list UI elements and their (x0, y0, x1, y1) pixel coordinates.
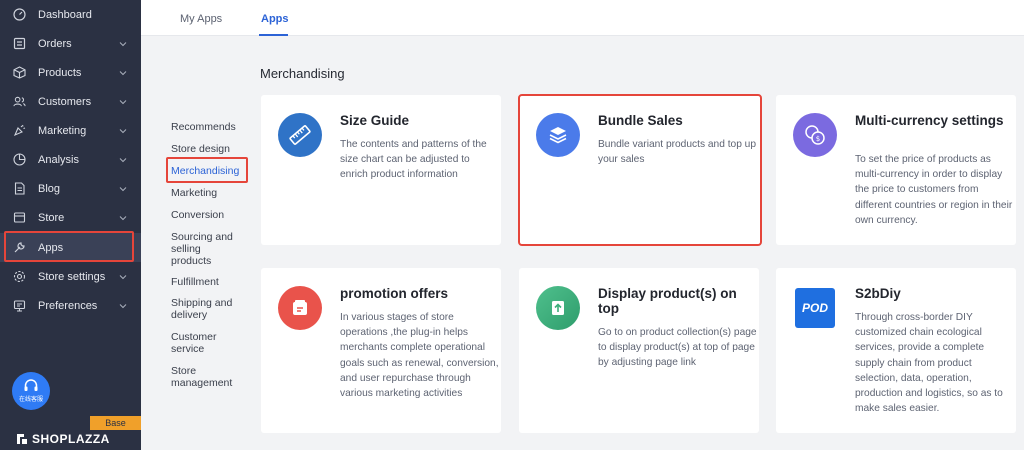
plan-badge: Base (90, 416, 141, 430)
svg-text:$: $ (816, 135, 820, 143)
currency-icon: $ (793, 113, 837, 157)
dashboard-icon (13, 8, 26, 21)
app-description: Bundle variant products and top up your … (598, 139, 757, 166)
promotion-icon (278, 286, 322, 330)
sidebar-item-label: Dashboard (38, 8, 92, 21)
chevron-down-icon (119, 303, 127, 308)
app-card-size-guide[interactable]: Size Guide The contents and patterns of … (261, 95, 501, 245)
chevron-down-icon (119, 70, 127, 75)
shoplazza-logo-icon (17, 434, 27, 444)
analysis-icon (13, 153, 26, 166)
support-label: 在线客服 (18, 397, 43, 403)
sidebar-item-dashboard[interactable]: Dashboard (0, 0, 141, 29)
category-store-management[interactable]: Store management (171, 365, 241, 389)
chevron-down-icon (119, 128, 127, 133)
app-card-s2bdiy[interactable]: POD S2bDiy Through cross-border DIY cust… (776, 268, 1016, 433)
app-title: Bundle Sales (598, 113, 683, 128)
pod-logo: POD (795, 288, 835, 328)
marketing-icon (13, 124, 26, 137)
app-description: Through cross-border DIY customized chai… (855, 312, 1003, 415)
sidebar-item-store[interactable]: Store (0, 203, 141, 232)
app-card-promotion-offers[interactable]: promotion offers In various stages of st… (261, 268, 501, 433)
sidebar-item-products[interactable]: Products (0, 58, 141, 87)
app-card-multi-currency-settings[interactable]: $ Multi-currency settings To set the pri… (776, 95, 1016, 245)
category-conversion[interactable]: Conversion (171, 209, 251, 221)
sidebar-item-preferences[interactable]: Preferences (0, 291, 141, 320)
app-title: Multi-currency settings (855, 113, 1004, 128)
chevron-down-icon (119, 157, 127, 162)
sidebar-item-label: Preferences (38, 299, 98, 312)
category-marketing[interactable]: Marketing (171, 187, 251, 199)
app-card-bundle-sales[interactable]: Bundle Sales Bundle variant products and… (518, 94, 762, 246)
products-icon (13, 66, 26, 79)
settings-icon (13, 270, 26, 283)
merchandising-highlight-box (166, 157, 248, 183)
category-store-design[interactable]: Store design (171, 143, 251, 155)
app-card-display-products-on-top[interactable]: Display product(s) on top Go to on produ… (519, 268, 759, 433)
brand-logo: SHOPLAZZA (16, 431, 110, 447)
active-tab-indicator (259, 34, 288, 36)
ruler-icon (278, 113, 322, 157)
sidebar-item-orders[interactable]: Orders (0, 29, 141, 58)
online-support-button[interactable]: 在线客服 (12, 372, 50, 410)
app-title: Display product(s) on top (598, 286, 737, 316)
app-title: S2bDiy (855, 286, 901, 301)
app-description: In various stages of store operations ,t… (340, 312, 499, 400)
app-description: The contents and patterns of the size ch… (340, 139, 487, 181)
sidebar-item-analysis[interactable]: Analysis (0, 145, 141, 174)
chevron-down-icon (119, 274, 127, 279)
orders-icon (13, 37, 26, 50)
sidebar-item-customers[interactable]: Customers (0, 87, 141, 116)
tab-my-apps[interactable]: My Apps (180, 0, 222, 36)
chevron-down-icon (119, 215, 127, 220)
sidebar-item-marketing[interactable]: Marketing (0, 116, 141, 145)
section-title: Merchandising (260, 66, 345, 81)
tab-apps[interactable]: Apps (261, 0, 289, 36)
sidebar-item-label: Store (38, 211, 65, 224)
chevron-down-icon (119, 99, 127, 104)
pin-top-icon (536, 286, 580, 330)
sidebar-item-label: Blog (38, 182, 61, 195)
chevron-down-icon (119, 41, 127, 46)
app-title: promotion offers (340, 286, 448, 301)
customers-icon (13, 95, 26, 108)
app-title: Size Guide (340, 113, 410, 128)
sidebar-item-blog[interactable]: Blog (0, 174, 141, 203)
preferences-icon (13, 299, 26, 312)
app-description: Go to on product collection(s) page to d… (598, 327, 757, 369)
sidebar-item-label: Store settings (38, 270, 106, 283)
sidebar-item-label: Orders (38, 37, 72, 50)
chevron-down-icon (119, 186, 127, 191)
brand-name: SHOPLAZZA (32, 432, 110, 446)
sidebar-item-store-settings[interactable]: Store settings (0, 262, 141, 291)
sidebar-item-label: Marketing (38, 124, 87, 137)
sidebar: Dashboard Orders Products Customers Mark… (0, 0, 141, 450)
sidebar-item-label: Products (38, 66, 82, 79)
pod-logo-text: POD (801, 301, 828, 315)
blog-icon (13, 182, 26, 195)
category-shipping-and-delivery[interactable]: Shipping and delivery (171, 297, 241, 321)
apps-highlight-box (4, 231, 134, 262)
layers-icon (536, 113, 580, 157)
sidebar-item-label: Analysis (38, 153, 79, 166)
sidebar-item-label: Customers (38, 95, 92, 108)
category-recommends[interactable]: Recommends (171, 121, 251, 133)
category-sourcing-and-selling-products[interactable]: Sourcing and selling products (171, 231, 241, 267)
headset-icon (24, 379, 38, 391)
store-icon (13, 211, 26, 224)
category-customer-service[interactable]: Customer service (171, 331, 231, 355)
app-description: To set the price of products as multi-cu… (855, 154, 1013, 226)
category-fulfillment[interactable]: Fulfillment (171, 276, 251, 288)
